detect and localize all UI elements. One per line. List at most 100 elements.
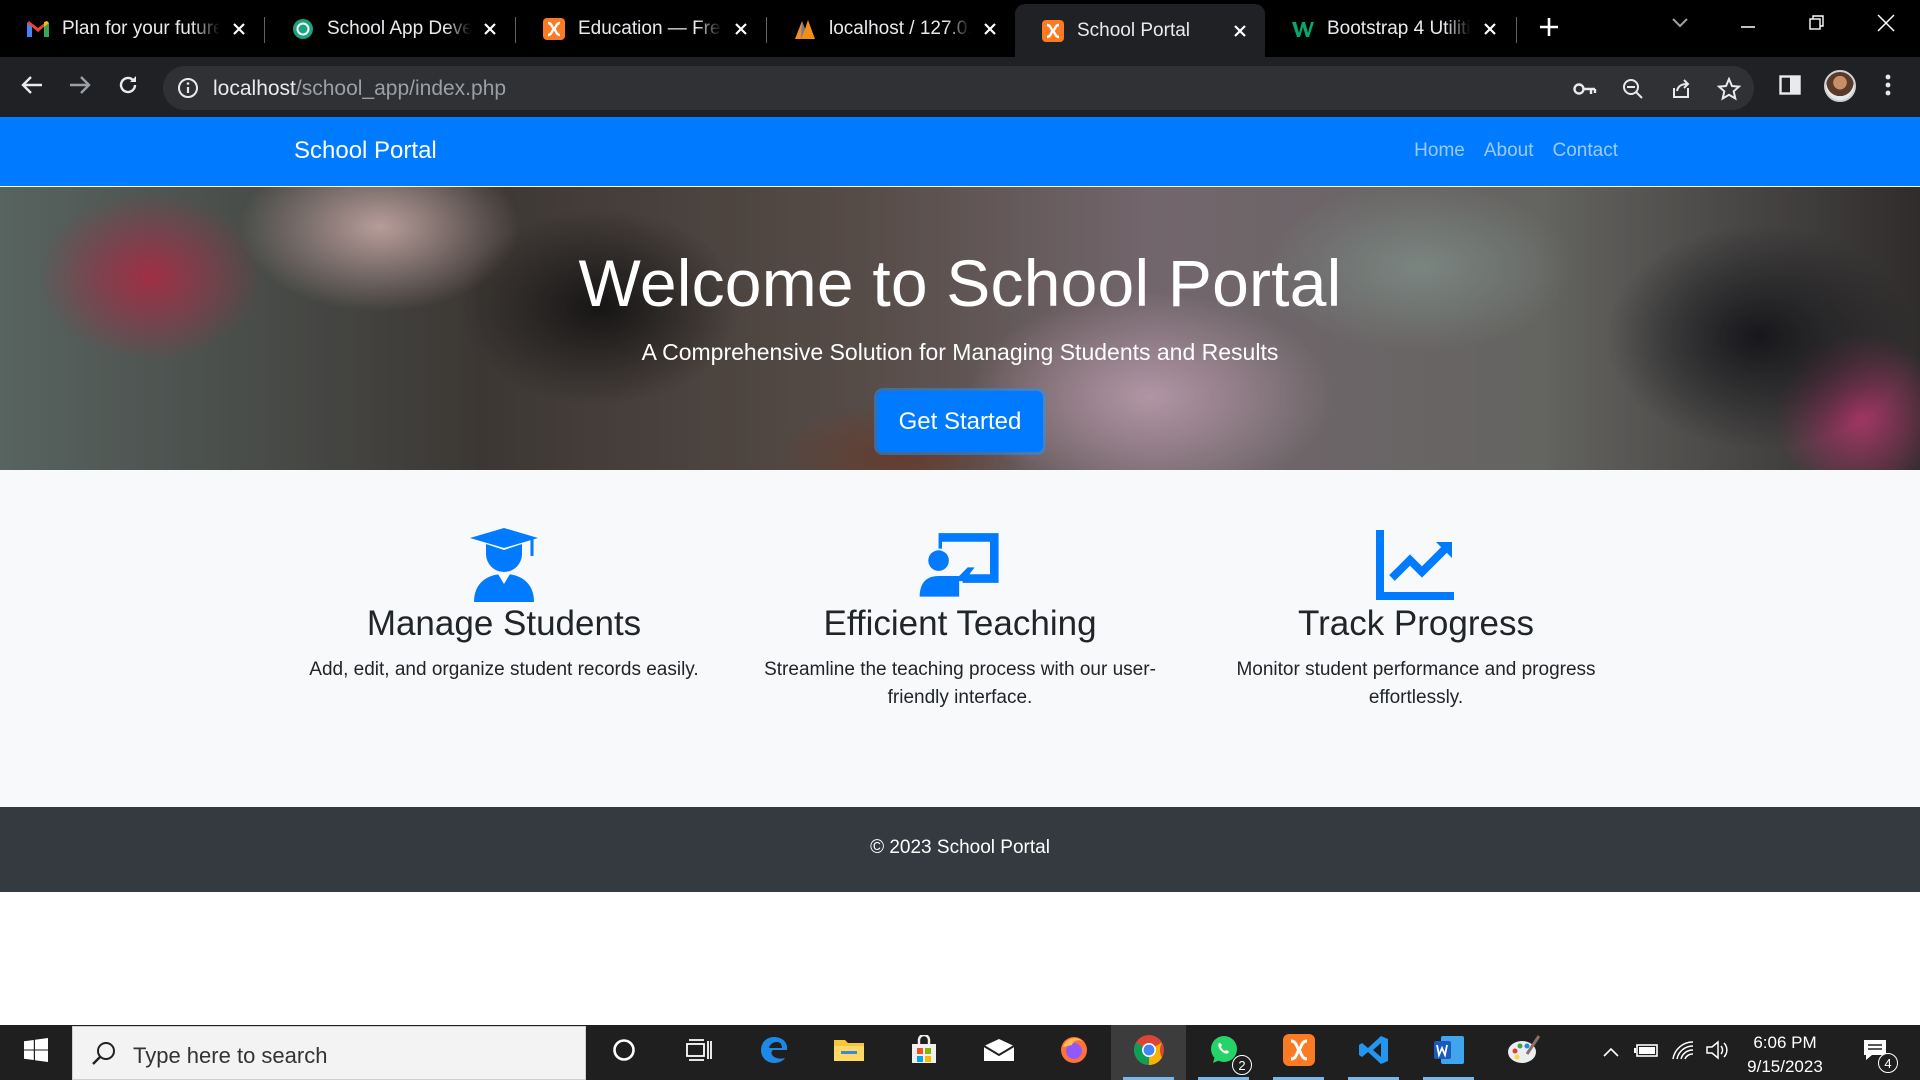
close-window-button[interactable] (1866, 10, 1906, 40)
cortana-button[interactable] (586, 1025, 661, 1080)
paint-palette-icon (1507, 1035, 1541, 1070)
tab-search-button[interactable] (1660, 10, 1700, 40)
reload-button[interactable] (110, 69, 146, 105)
nav-link-about[interactable]: About (1484, 140, 1534, 162)
windows-taskbar: Type here to search 2 6:06 PM 9/15/2023 … (0, 1025, 1920, 1080)
wifi-icon (1671, 1040, 1695, 1065)
profile-avatar[interactable] (1824, 70, 1856, 102)
taskbar-word[interactable] (1411, 1025, 1486, 1080)
tab-separator (1516, 17, 1517, 43)
new-tab-button[interactable] (1532, 14, 1566, 44)
share-icon[interactable] (1667, 75, 1695, 103)
tab-school-portal[interactable]: School Portal (1015, 4, 1265, 57)
reload-icon (117, 74, 139, 101)
graduate-icon (462, 526, 546, 602)
task-view-button[interactable] (661, 1025, 736, 1080)
task-view-icon (685, 1038, 712, 1067)
close-icon[interactable] (1479, 18, 1501, 40)
hero-title: Welcome to School Portal (578, 246, 1342, 320)
taskbar-store[interactable] (886, 1025, 961, 1080)
bookmark-star-icon[interactable] (1715, 75, 1743, 103)
browser-toolbar: localhost/school_app/index.php (0, 57, 1920, 117)
url-text: localhost/school_app/index.php (213, 77, 506, 101)
back-button[interactable] (14, 69, 50, 105)
volume-tray[interactable] (1700, 1025, 1734, 1080)
info-icon[interactable] (177, 77, 199, 104)
xampp-icon (542, 17, 566, 41)
close-icon[interactable] (730, 18, 752, 40)
close-icon[interactable] (979, 18, 1001, 40)
forward-button[interactable] (62, 69, 98, 105)
start-button[interactable] (0, 1025, 72, 1080)
battery-tray[interactable] (1630, 1025, 1664, 1080)
close-icon (1877, 13, 1895, 37)
footer-copyright: © 2023 School Portal (870, 837, 1050, 858)
tab-education[interactable]: Education — Free Website (516, 5, 766, 52)
feature-title: Efficient Teaching (823, 604, 1097, 643)
nav-links: Home About Contact (1414, 140, 1618, 162)
show-hidden-icons-button[interactable] (1596, 1025, 1626, 1080)
clock-time: 6:06 PM (1753, 1033, 1817, 1052)
features-section: Manage Students Add, edit, and organize … (0, 470, 1920, 807)
taskbar-paint[interactable] (1486, 1025, 1561, 1080)
chrome-icon (1133, 1034, 1165, 1071)
chevron-down-icon (1671, 16, 1689, 34)
phpmyadmin-icon (793, 17, 817, 41)
plus-icon (1538, 16, 1560, 43)
taskbar-whatsapp[interactable]: 2 (1186, 1025, 1261, 1080)
restore-icon (1809, 14, 1825, 36)
nav-link-contact[interactable]: Contact (1553, 140, 1618, 162)
navbar-brand[interactable]: School Portal (294, 137, 437, 165)
taskbar-edge[interactable] (736, 1025, 811, 1080)
nav-link-home[interactable]: Home (1414, 140, 1465, 162)
word-icon (1433, 1035, 1465, 1070)
tab-title: Education — Free Website (578, 17, 722, 39)
taskbar-chrome[interactable] (1111, 1025, 1186, 1080)
close-icon[interactable] (228, 18, 250, 40)
zoom-icon[interactable] (1619, 75, 1647, 103)
key-icon[interactable] (1571, 75, 1599, 103)
web-page: School Portal Home About Contact Welcome… (0, 117, 1920, 1025)
tab-title: School App Development (327, 17, 471, 39)
mail-icon (982, 1038, 1015, 1067)
tab-chatgpt[interactable]: School App Development (265, 5, 515, 52)
side-panel-icon (1779, 74, 1801, 100)
tab-title: Bootstrap 4 Utilities (1327, 17, 1471, 39)
close-icon[interactable] (1229, 20, 1251, 42)
tab-title: localhost / 127.0.0.1 (829, 17, 971, 39)
taskbar-search-box[interactable]: Type here to search (72, 1026, 586, 1080)
taskbar-file-explorer[interactable] (811, 1025, 886, 1080)
whatsapp-badge: 2 (1232, 1055, 1252, 1075)
battery-icon (1634, 1042, 1660, 1063)
get-started-button[interactable]: Get Started (877, 391, 1043, 452)
search-icon (91, 1041, 117, 1072)
address-bar[interactable]: localhost/school_app/index.php (163, 66, 1754, 110)
restore-button[interactable] (1797, 10, 1837, 40)
feature-text: Monitor student performance and progress… (1236, 659, 1596, 708)
notification-center-button[interactable]: 4 (1850, 1025, 1900, 1080)
side-panel-button[interactable] (1772, 69, 1808, 105)
network-tray[interactable] (1666, 1025, 1700, 1080)
speaker-icon (1705, 1040, 1729, 1065)
browser-menu-button[interactable] (1870, 69, 1906, 105)
chevron-up-icon (1603, 1044, 1619, 1062)
cortana-icon (612, 1038, 636, 1067)
tab-title: School Portal (1077, 19, 1191, 41)
feature-text: Streamline the teaching process with our… (764, 659, 1156, 708)
feature-text: Add, edit, and organize student records … (309, 659, 699, 680)
minimize-button[interactable] (1728, 10, 1768, 40)
tab-gmail[interactable]: Plan for your future (0, 5, 264, 52)
taskbar-clock[interactable]: 6:06 PM 9/15/2023 (1730, 1031, 1840, 1079)
taskbar-xampp[interactable] (1261, 1025, 1336, 1080)
feature-title: Manage Students (366, 604, 642, 643)
taskbar-firefox[interactable] (1036, 1025, 1111, 1080)
taskbar-mail[interactable] (961, 1025, 1036, 1080)
taskbar-vscode[interactable] (1336, 1025, 1411, 1080)
chalkboard-teacher-icon (918, 526, 1002, 602)
chart-line-icon (1374, 526, 1458, 602)
close-icon[interactable] (479, 18, 501, 40)
tab-bootstrap-utilities[interactable]: Bootstrap 4 Utilities (1265, 5, 1515, 52)
hero-section: Welcome to School Portal A Comprehensive… (0, 187, 1920, 470)
tab-phpmyadmin[interactable]: localhost / 127.0.0.1 (767, 5, 1015, 52)
chatgpt-icon (291, 17, 315, 41)
